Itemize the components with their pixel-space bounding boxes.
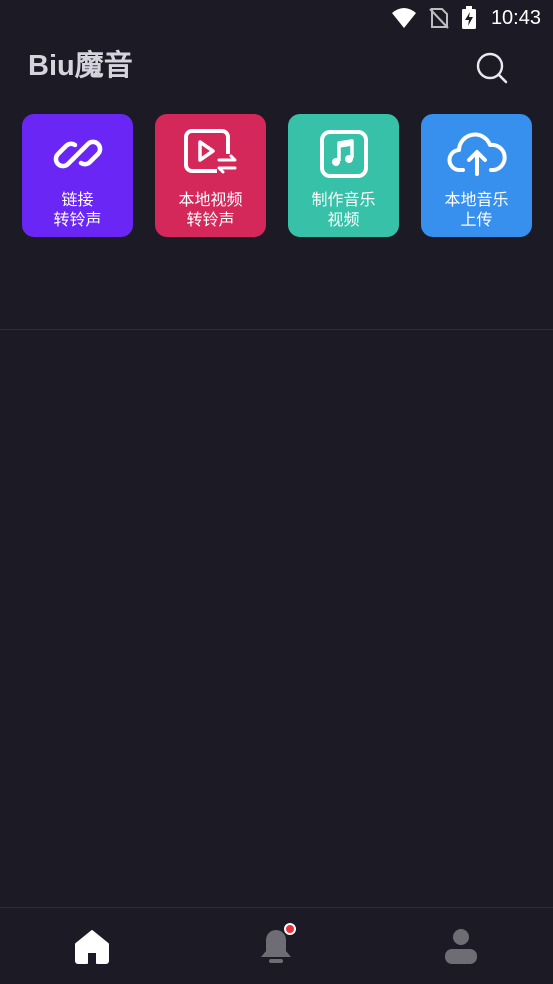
wifi-icon — [391, 7, 417, 29]
search-icon — [476, 52, 508, 84]
profile-icon — [445, 929, 477, 964]
tile-label-line1: 本地音乐 — [444, 190, 509, 209]
tile-label-line2: 转铃声 — [186, 210, 235, 229]
nav-home[interactable] — [32, 908, 152, 984]
link-icon — [51, 126, 105, 182]
tile-label-line1: 链接 — [61, 190, 94, 209]
nav-profile[interactable] — [401, 908, 521, 984]
bottom-nav — [0, 907, 553, 984]
feature-tiles: 链接 转铃声 本地视频 转铃声 制作音乐 视频 本地音乐 上传 — [22, 114, 532, 237]
no-sim-icon — [429, 7, 449, 29]
tile-video-to-ringtone[interactable]: 本地视频 转铃声 — [155, 114, 266, 237]
music-note-icon — [318, 126, 370, 182]
battery-charging-icon — [461, 6, 477, 30]
tile-link-to-ringtone[interactable]: 链接 转铃声 — [22, 114, 133, 237]
tile-label-line2: 视频 — [327, 210, 360, 229]
tile-upload-local-music[interactable]: 本地音乐 上传 — [421, 114, 532, 237]
tile-label-line1: 本地视频 — [178, 190, 243, 209]
home-icon — [75, 930, 109, 964]
tile-make-music-video[interactable]: 制作音乐 视频 — [288, 114, 399, 237]
app-header: Biu魔音 — [0, 36, 553, 92]
nav-notifications[interactable] — [216, 908, 336, 984]
search-button[interactable] — [472, 48, 512, 88]
status-bar: 10:43 — [0, 0, 553, 36]
app-title: Biu魔音 — [28, 50, 133, 82]
tile-label-line2: 上传 — [460, 210, 493, 229]
video-convert-icon — [183, 126, 239, 182]
status-time: 10:43 — [490, 6, 541, 29]
tile-label-line2: 转铃声 — [53, 210, 102, 229]
notification-badge — [284, 923, 296, 935]
divider — [0, 329, 553, 330]
tile-label-line1: 制作音乐 — [311, 190, 376, 209]
cloud-upload-icon — [446, 126, 508, 182]
